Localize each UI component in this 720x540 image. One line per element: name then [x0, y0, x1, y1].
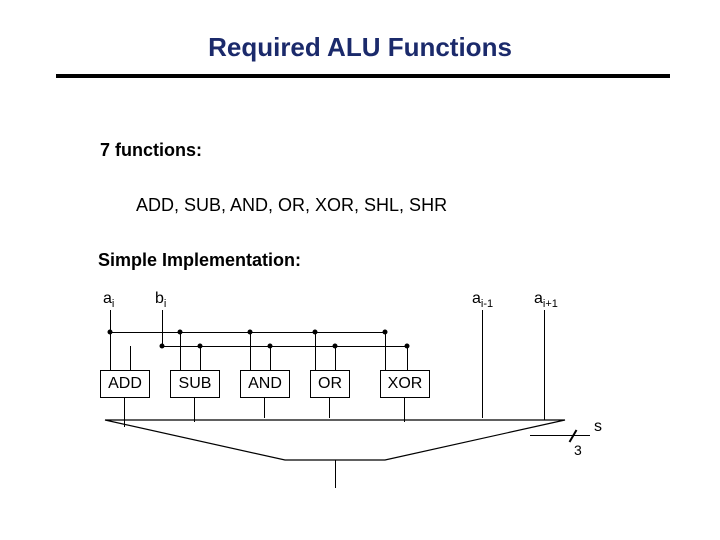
label-ai-minus-1: ai-1 [472, 290, 493, 310]
drop-b-sub [200, 346, 201, 370]
mux-trapezoid [100, 415, 570, 465]
drop-a-and [250, 332, 251, 370]
heading-simple-implementation: Simple Implementation: [98, 250, 301, 271]
label-ai-plus-1: ai+1 [534, 290, 558, 310]
alu-diagram: ai bi ai-1 ai+1 ADD SUB AND OR XOR [100, 290, 660, 510]
mux-output [335, 460, 336, 488]
label-ai: ai [103, 290, 114, 310]
drop-a-sub [180, 332, 181, 370]
stub-bi [162, 310, 163, 346]
dot [160, 344, 165, 349]
drop-b-or [335, 346, 336, 370]
stub-ai-1 [482, 310, 483, 418]
label-select-width: 3 [574, 442, 582, 458]
opbox-xor: XOR [380, 370, 430, 398]
drop-b-add [130, 346, 131, 370]
functions-list: ADD, SUB, AND, OR, XOR, SHL, SHR [136, 195, 447, 216]
opbox-and: AND [240, 370, 290, 398]
label-bi: bi [155, 290, 166, 310]
opbox-or: OR [310, 370, 350, 398]
select-wire [530, 435, 590, 436]
label-select-s: s [594, 418, 602, 436]
drop-a-or [315, 332, 316, 370]
heading-function-count: 7 functions: [100, 140, 202, 161]
page-title: Required ALU Functions [0, 32, 720, 63]
drop-b-xor [407, 346, 408, 370]
title-rule [56, 74, 670, 78]
drop-a-add [110, 332, 111, 370]
opbox-sub: SUB [170, 370, 220, 398]
opbox-add: ADD [100, 370, 150, 398]
drop-b-and [270, 346, 271, 370]
drop-a-xor [385, 332, 386, 370]
stub-ai+1 [544, 310, 545, 420]
